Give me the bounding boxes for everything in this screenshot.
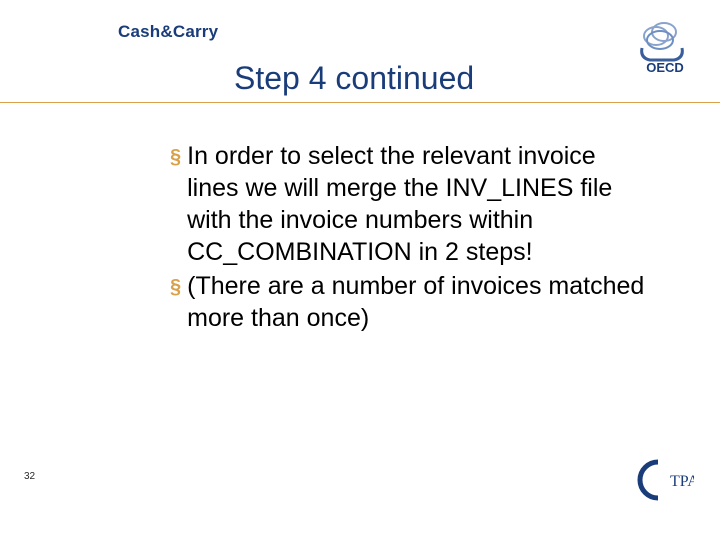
svg-text:TPA: TPA — [670, 473, 694, 490]
bullet-text: In order to select the relevant invoice … — [187, 140, 650, 268]
svg-text:OECD: OECD — [646, 60, 684, 74]
slide-brand: Cash&Carry — [118, 22, 218, 42]
ctpa-logo-icon: TPA — [630, 456, 694, 504]
content-block: § In order to select the relevant invoic… — [170, 140, 650, 336]
slide: Cash&Carry Step 4 continued OECD § In or… — [0, 0, 720, 540]
oecd-logo: OECD — [628, 14, 702, 74]
divider-line — [0, 102, 720, 103]
page-title: Step 4 continued — [234, 60, 474, 97]
bullet-icon: § — [170, 142, 181, 172]
oecd-logo-icon: OECD — [628, 14, 702, 74]
page-number: 32 — [24, 471, 35, 482]
ctpa-logo: TPA — [630, 456, 694, 504]
bullet-icon: § — [170, 272, 181, 302]
list-item: § In order to select the relevant invoic… — [170, 140, 650, 268]
list-item: § (There are a number of invoices matche… — [170, 270, 650, 334]
bullet-text: (There are a number of invoices matched … — [187, 270, 650, 334]
